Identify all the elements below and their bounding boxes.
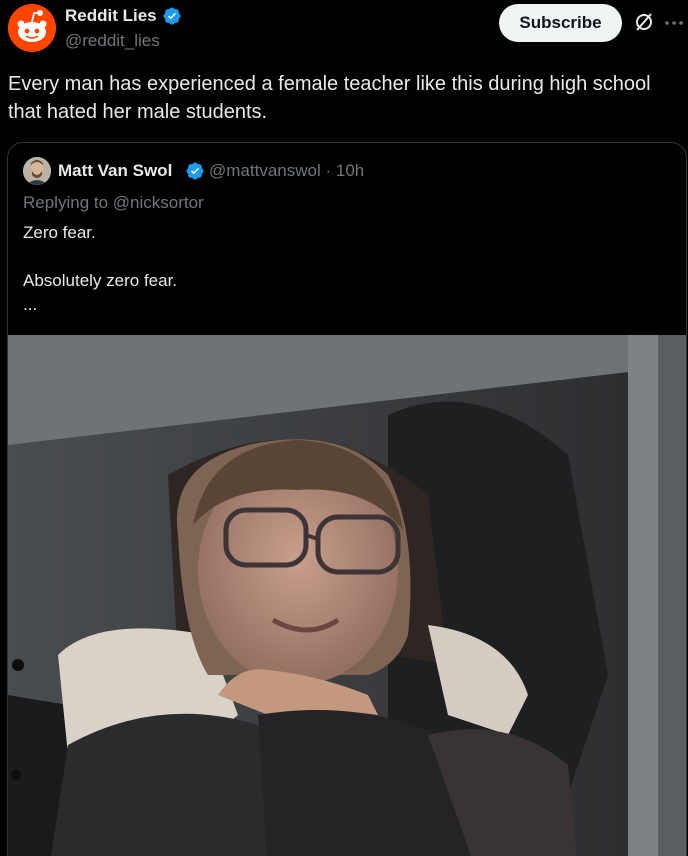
quoted-verified-badge-icon (186, 162, 204, 180)
more-options-icon[interactable] (664, 20, 684, 26)
quoted-author-meta[interactable]: @mattvanswol · 10h (209, 161, 364, 181)
quoted-post-time[interactable]: 10h (336, 161, 364, 180)
subscribe-button[interactable]: Subscribe (499, 4, 622, 42)
replying-to-label[interactable]: Replying to @nicksortor (23, 193, 204, 213)
quoted-line (23, 245, 177, 269)
quoted-line: Absolutely zero fear. (23, 271, 178, 290)
quoted-line: ... (23, 295, 38, 314)
author-handle[interactable]: @reddit_lies (65, 31, 160, 51)
quoted-author-handle[interactable]: @mattvanswol (209, 161, 321, 180)
meta-separator: · (325, 161, 332, 180)
grok-icon[interactable] (634, 12, 654, 32)
verified-badge-icon (163, 7, 181, 25)
quoted-author-avatar[interactable] (23, 157, 51, 185)
author-avatar[interactable] (8, 4, 56, 52)
quoted-post-text: Zero fear. Absolutely zero fear. ... (23, 221, 177, 317)
quoted-author-name[interactable]: Matt Van Swol (58, 161, 172, 181)
quoted-media-photo[interactable] (8, 335, 686, 856)
author-display-name[interactable]: Reddit Lies (65, 6, 157, 26)
quoted-post-card[interactable]: Matt Van Swol @mattvanswol · 10h Replyin… (7, 142, 687, 856)
post-header: Reddit Lies @reddit_lies Subscribe (0, 0, 688, 60)
quoted-line: Zero fear. (23, 223, 96, 242)
post-text: Every man has experienced a female teach… (8, 73, 651, 123)
